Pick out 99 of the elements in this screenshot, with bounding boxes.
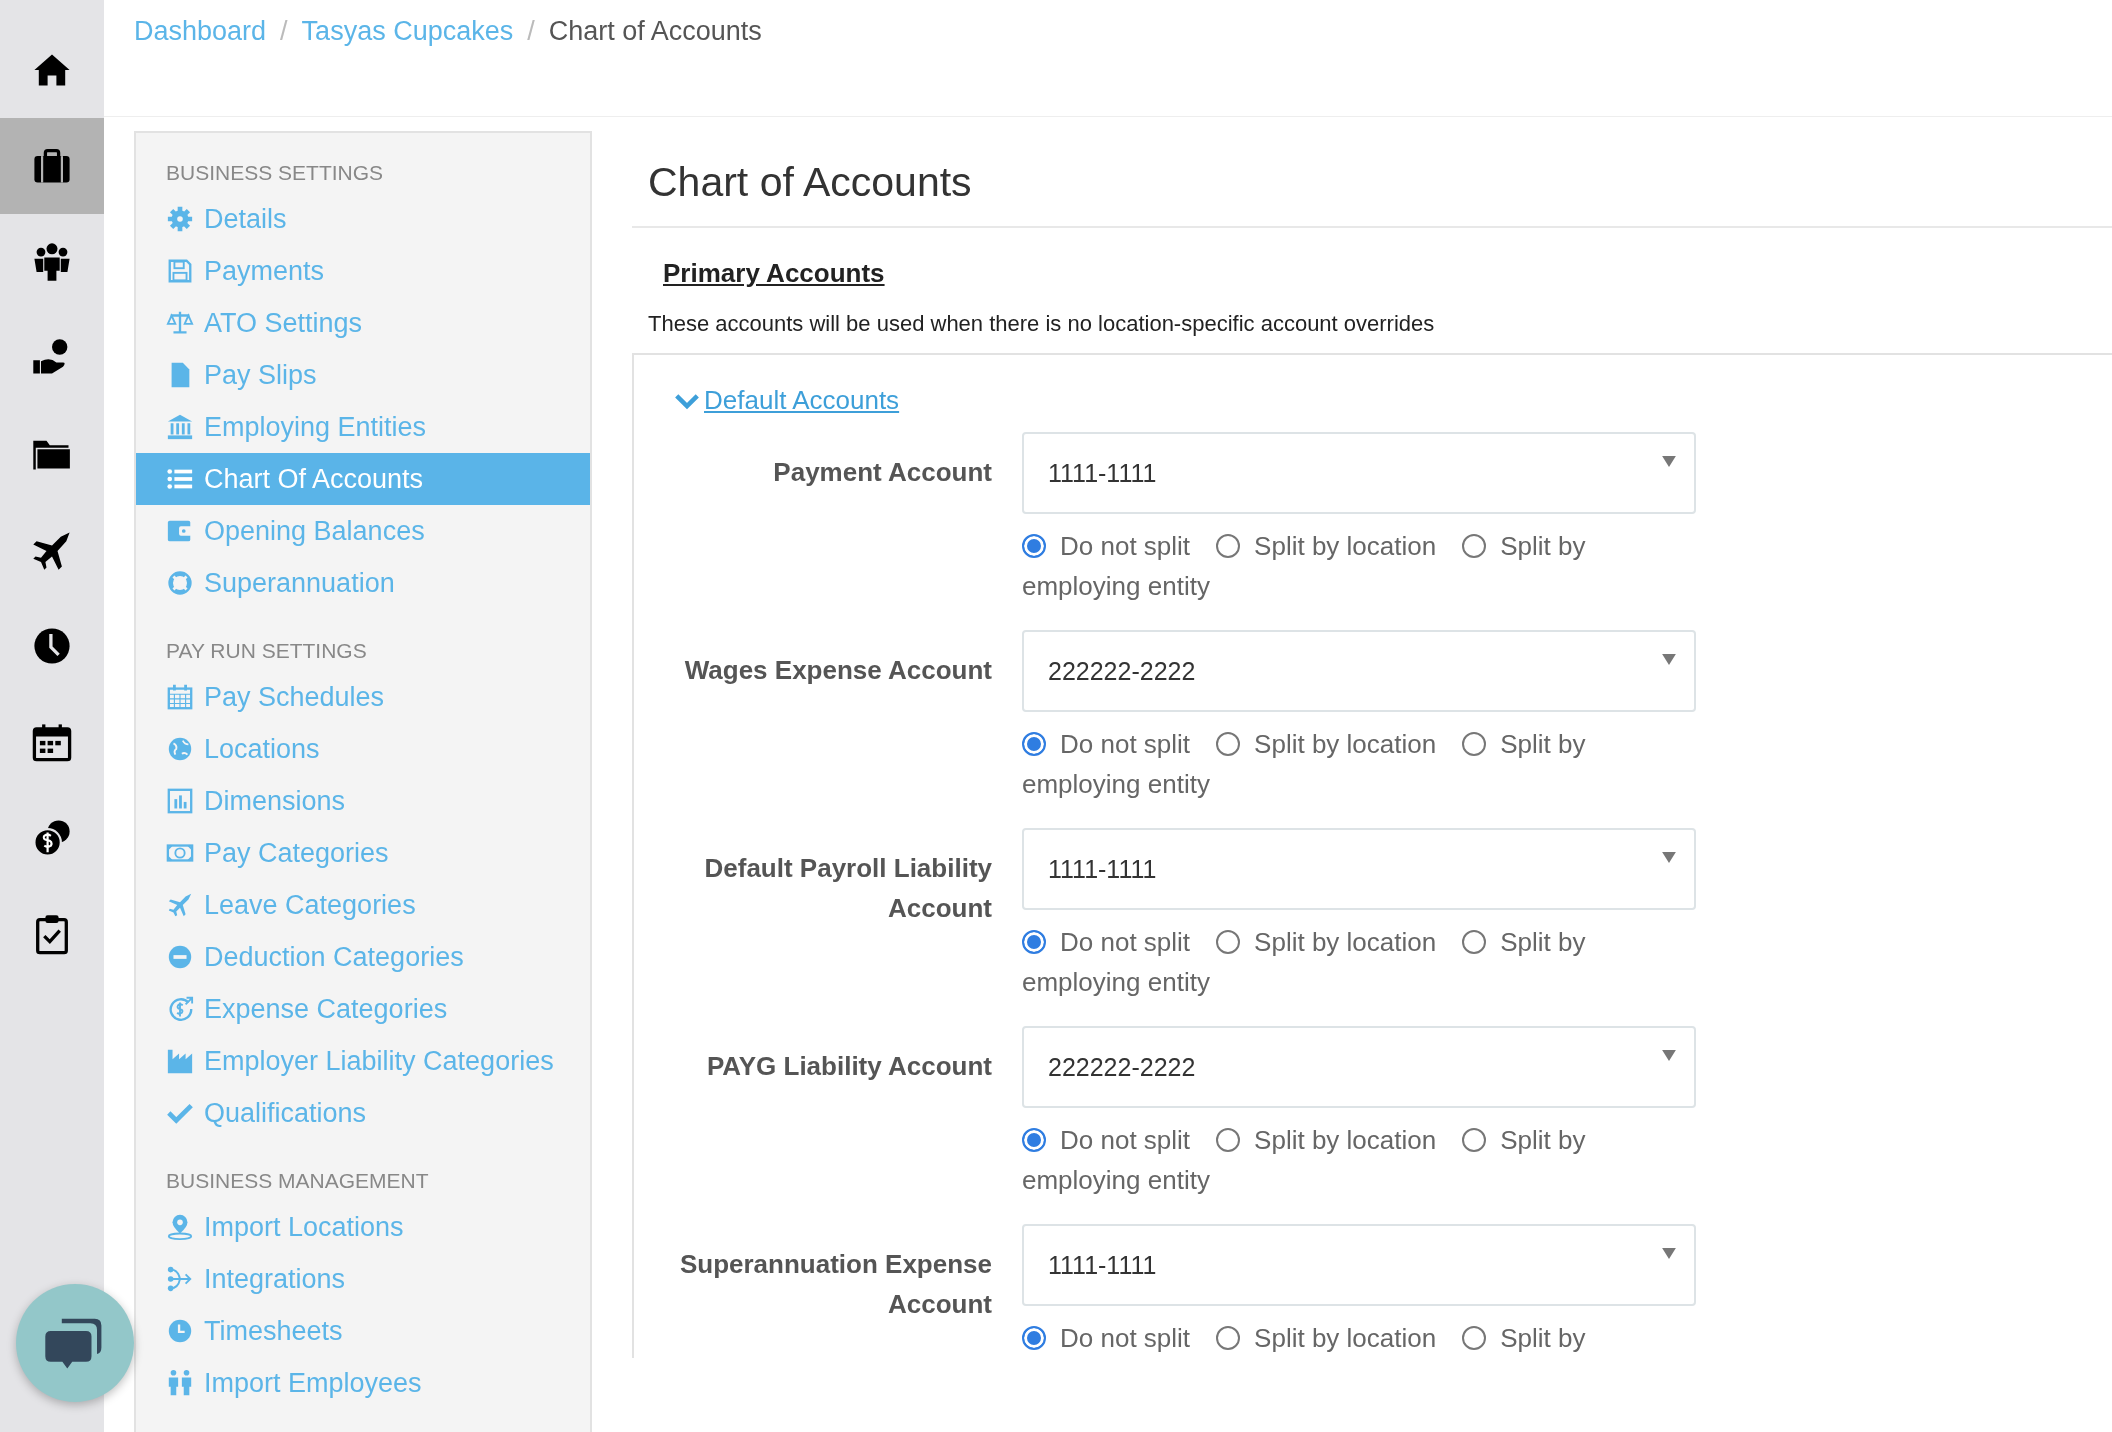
radio-button[interactable] (1022, 930, 1046, 954)
radio-label: Split by (1500, 1124, 1586, 1157)
field-label: Wages Expense Account (683, 654, 992, 687)
field-label: Superannuation Expense Account (678, 1248, 992, 1321)
caret-icon (1662, 1050, 1676, 1061)
breadcrumb-link[interactable]: Tasyas Cupcakes (301, 16, 514, 47)
account-select[interactable]: 222222-2222 (1022, 1026, 1696, 1108)
collapse-link[interactable]: Default Accounts (674, 385, 900, 416)
map-pin-icon (166, 1213, 194, 1241)
calendar-icon (166, 683, 194, 711)
radio-label: Do not split (1060, 1322, 1191, 1355)
scales-icon (166, 309, 194, 337)
radio-button[interactable] (1022, 1128, 1046, 1152)
radio-label: Split by (1500, 926, 1586, 959)
radio-button[interactable] (1462, 534, 1487, 558)
people-icon (166, 1369, 194, 1397)
radio-label: Split by (1500, 728, 1586, 761)
section-title: Primary Accounts (663, 258, 886, 289)
minus-circle-icon (166, 943, 194, 971)
sidebar-item[interactable]: Timesheets (136, 1305, 590, 1357)
sidebar-item[interactable]: Import Employees (136, 1357, 590, 1409)
radio-button[interactable] (1216, 1326, 1241, 1350)
sidebar-item[interactable]: Employer Liability Categories (136, 1035, 590, 1087)
sidebar-heading: BUSINESS SETTINGS (165, 160, 385, 186)
field-label: PAYG Liability Account (705, 1050, 992, 1083)
radio-button[interactable] (1462, 1128, 1487, 1152)
sidebar-item[interactable]: Opening Balances (136, 505, 590, 557)
dollar-circle-icon (166, 995, 194, 1023)
lifebuoy-icon (166, 569, 194, 597)
radio-button[interactable] (1462, 930, 1487, 954)
caret-icon (1662, 852, 1676, 863)
rail-button[interactable] (0, 118, 104, 214)
globe-icon (166, 735, 194, 763)
sidebar-item[interactable]: Dimensions (136, 775, 590, 827)
sidebar-item[interactable]: Superannuation (136, 557, 590, 609)
radio-button[interactable] (1216, 732, 1241, 756)
radio-label: employing entity (1022, 967, 1210, 997)
sidebar-item[interactable]: Import Locations (136, 1201, 590, 1253)
branch-arrow-icon (166, 1265, 194, 1293)
sidebar-item[interactable]: Locations (136, 723, 590, 775)
account-select[interactable]: 222222-2222 (1022, 630, 1696, 712)
account-select[interactable]: 1111-1111 (1022, 432, 1696, 514)
radio-label: Do not split (1060, 530, 1191, 563)
radio-button[interactable] (1216, 930, 1241, 954)
radio-label: employing entity (1022, 571, 1210, 601)
radio-label: Split by location (1254, 1124, 1437, 1157)
radio-label: Split by (1500, 530, 1586, 563)
caret-icon (1662, 456, 1676, 467)
factory-icon (166, 1047, 194, 1075)
radio-button[interactable] (1216, 1128, 1241, 1152)
bar-chart-icon (166, 787, 194, 815)
breadcrumb-separator: / (527, 16, 535, 47)
radio-label: Split by location (1254, 530, 1437, 563)
radio-label: Do not split (1060, 926, 1191, 959)
breadcrumb-separator: / (280, 16, 288, 47)
radio-label: employing entity (1022, 1165, 1210, 1195)
radio-button[interactable] (1022, 534, 1046, 558)
gear-icon (166, 205, 194, 233)
sidebar-item[interactable]: Leave Categories (136, 879, 590, 931)
breadcrumb-current: Chart of Accounts (548, 16, 762, 47)
section-description: These accounts will be used when there is no location-specific account overrides (648, 311, 1436, 337)
radio-button[interactable] (1462, 1326, 1487, 1350)
radio-label: Do not split (1060, 728, 1191, 761)
radio-button[interactable] (1216, 534, 1241, 558)
airplane-icon (166, 891, 194, 919)
radio-button[interactable] (1022, 732, 1046, 756)
sidebar-item[interactable]: Integrations (136, 1253, 590, 1305)
chevron-icon (674, 391, 700, 410)
breadcrumb-link[interactable]: Dashboard (134, 16, 267, 47)
bank-icon (166, 413, 194, 441)
sidebar-item[interactable]: Details (136, 193, 590, 245)
sidebar-item[interactable]: Pay Categories (136, 827, 590, 879)
radio-label: Split by location (1254, 926, 1437, 959)
caret-icon (1662, 654, 1676, 665)
sidebar-item[interactable]: Payments (136, 245, 590, 297)
radio-label: employing entity (1022, 769, 1210, 799)
field-label: Payment Account (772, 456, 992, 489)
sidebar-item[interactable]: ATO Settings (136, 297, 590, 349)
radio-label: Do not split (1060, 1124, 1191, 1157)
account-select[interactable]: 1111-1111 (1022, 828, 1696, 910)
clock-icon (166, 1317, 194, 1345)
sidebar-item[interactable]: Employing Entities (136, 401, 590, 453)
page-title: Chart of Accounts (632, 117, 2112, 228)
sidebar-item[interactable]: Chart Of Accounts (136, 453, 590, 505)
account-select[interactable]: 1111-1111 (1022, 1224, 1696, 1306)
field-label: Default Payroll Liability Account (703, 852, 992, 925)
radio-label: Split by (1500, 1322, 1586, 1355)
radio-label: Split by location (1254, 1322, 1437, 1355)
caret-icon (1662, 1248, 1676, 1259)
sidebar-item[interactable]: Deduction Categories (136, 931, 590, 983)
radio-label: Split by location (1254, 728, 1437, 761)
sidebar-item[interactable]: Expense Categories (136, 983, 590, 1035)
sidebar-item[interactable]: Qualifications (136, 1087, 590, 1139)
sidebar-heading: BUSINESS MANAGEMENT (165, 1168, 430, 1194)
sidebar-item[interactable]: Pay Slips (136, 349, 590, 401)
radio-button[interactable] (1022, 1326, 1046, 1350)
radio-button[interactable] (1462, 732, 1487, 756)
sidebar-item[interactable]: Pay Schedules (136, 671, 590, 723)
sidebar-heading: PAY RUN SETTINGS (165, 638, 368, 664)
